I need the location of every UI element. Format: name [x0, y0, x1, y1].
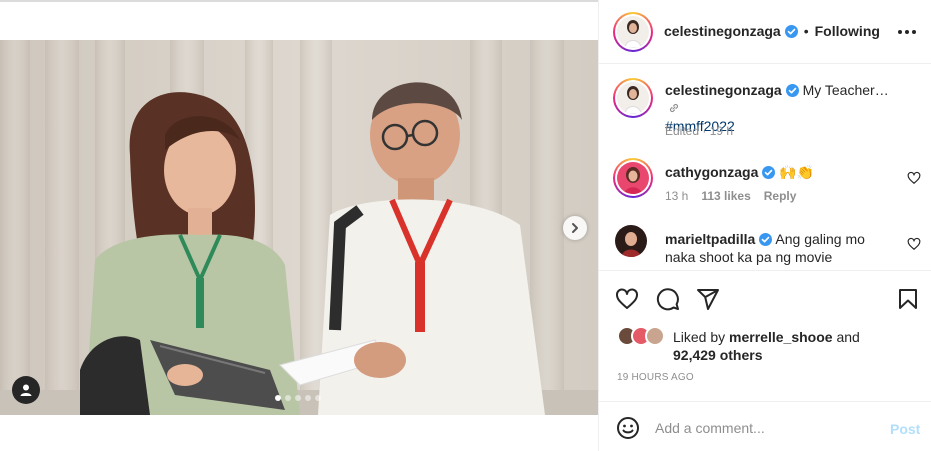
- tagged-users-button[interactable]: [12, 376, 40, 404]
- share-icon[interactable]: [696, 287, 720, 311]
- post-side-panel: celestinegonzaga • Following celestinego…: [598, 0, 931, 451]
- author-username[interactable]: celestinegonzaga: [664, 23, 781, 39]
- post-photo-illustration: [0, 40, 598, 415]
- more-dot: [905, 30, 909, 34]
- heart-icon[interactable]: [615, 287, 639, 311]
- comment-body: 🙌👏: [779, 164, 815, 180]
- avatar-photo: [615, 225, 647, 257]
- commenter-avatar[interactable]: [615, 225, 647, 257]
- more-dot: [898, 30, 902, 34]
- caption-username[interactable]: celestinegonzaga: [665, 82, 782, 98]
- likes-prefix: Liked by: [673, 329, 726, 345]
- separator: •: [803, 23, 809, 39]
- likes-others-link[interactable]: 92,429 others: [673, 347, 763, 363]
- commenter-username[interactable]: cathygonzaga: [665, 164, 758, 180]
- avatar-photo: [617, 16, 649, 48]
- caption: celestinegonzaga My Teacher… #mmff2022 E…: [599, 78, 931, 142]
- commenter-avatar[interactable]: [613, 158, 653, 198]
- comment-text-block: cathygonzaga 🙌👏: [665, 163, 895, 181]
- verified-badge-icon: [759, 233, 773, 246]
- avatar-photo: [617, 82, 649, 114]
- caption-author-avatar[interactable]: [613, 78, 653, 118]
- comment-time: 13 h: [665, 189, 689, 203]
- post-photo[interactable]: [0, 40, 598, 415]
- liker-username[interactable]: merrelle_shooe: [729, 329, 833, 345]
- caption-edited-time: Edited · 19 h: [665, 124, 734, 138]
- carousel-dot: [295, 395, 301, 401]
- comment-likes[interactable]: 113 likes: [701, 189, 750, 203]
- more-dot: [912, 30, 916, 34]
- post-actions: [599, 270, 931, 330]
- avatar-photo: [617, 162, 649, 194]
- post-comment-button[interactable]: Post: [890, 421, 920, 437]
- avatar-frame: [615, 14, 651, 50]
- following-button[interactable]: Following: [815, 23, 880, 39]
- emoji-icon[interactable]: [616, 416, 640, 440]
- comment-meta: 13 h 113 likes Reply: [665, 189, 796, 203]
- verified-badge-icon: [784, 24, 798, 38]
- comment-text-block: marieltpadilla Ang galing mo naka shoot …: [665, 230, 895, 266]
- heart-icon[interactable]: [907, 171, 921, 185]
- divider: [0, 0, 598, 2]
- carousel-dot: [275, 395, 281, 401]
- carousel-dot: [305, 395, 311, 401]
- link-icon[interactable]: [668, 102, 680, 114]
- avatar-frame: [615, 80, 651, 116]
- carousel-next-button[interactable]: [563, 216, 587, 240]
- author-row: celestinegonzaga • Following: [664, 23, 880, 39]
- post-timestamp[interactable]: 19 HOURS AGO: [617, 372, 694, 383]
- carousel-dot: [315, 395, 321, 401]
- verified-badge-icon: [762, 166, 776, 179]
- chevron-right-icon: [572, 223, 578, 233]
- comment-composer: Post: [599, 401, 931, 451]
- reply-button[interactable]: Reply: [764, 189, 797, 203]
- more-options-icon[interactable]: [895, 22, 919, 42]
- verified-badge-icon: [785, 84, 799, 97]
- comment-item: marieltpadilla Ang galing mo naka shoot …: [599, 225, 931, 269]
- comment-item: cathygonzaga 🙌👏 13 h 113 likes Reply: [599, 158, 931, 206]
- heart-icon[interactable]: [907, 237, 921, 251]
- carousel-dot: [285, 395, 291, 401]
- liker-avatar[interactable]: [645, 326, 665, 346]
- caption-meta: Edited · 19 h: [665, 124, 733, 138]
- media-pane: [0, 0, 598, 451]
- bookmark-icon[interactable]: [896, 287, 920, 311]
- caption-body: My Teacher…: [802, 82, 889, 98]
- author-avatar[interactable]: [613, 12, 653, 52]
- carousel-indicator: [275, 395, 321, 401]
- user-tag-icon: [20, 384, 32, 396]
- comment-icon[interactable]: [656, 287, 680, 311]
- likes-and: and: [836, 329, 860, 345]
- post-header: celestinegonzaga • Following: [599, 0, 931, 64]
- avatar-image: [617, 82, 649, 114]
- commenter-username[interactable]: marieltpadilla: [665, 231, 755, 247]
- avatar-frame: [615, 160, 651, 196]
- avatar-image: [617, 162, 649, 194]
- likes-text: Liked by merrelle_shooe and 92,429 other…: [673, 328, 923, 364]
- media-bottom-area: [0, 415, 598, 451]
- comment-input[interactable]: [655, 417, 875, 439]
- avatar-image: [617, 16, 649, 48]
